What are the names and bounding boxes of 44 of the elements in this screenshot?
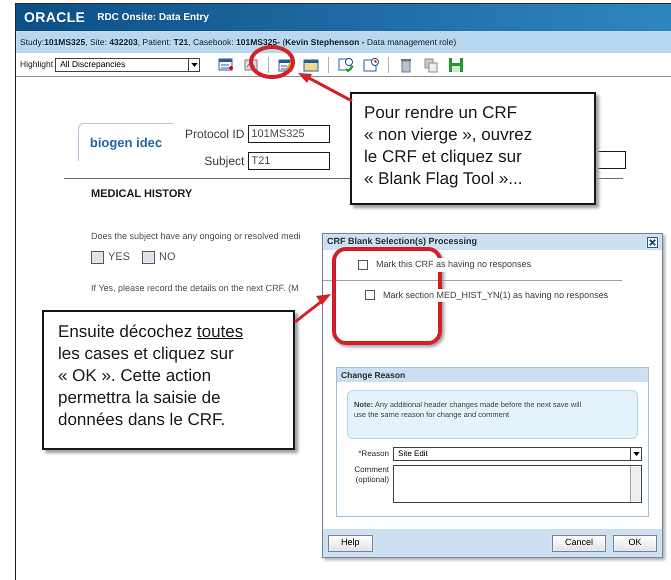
save-icon[interactable] [448,56,464,72]
checkbox[interactable] [365,290,375,300]
form-clock-icon[interactable] [363,56,380,72]
checkbox[interactable] [91,250,104,264]
info-bar-text: Study:101MS325, Site: 432203, Patient: T21, Casebook: 101MS325- (Kevin Stephenson - Data management role) [20,36,456,48]
field-label: Protocol ID [185,126,244,143]
form-check-icon[interactable] [338,56,354,72]
copy-icon[interactable] [423,56,440,72]
option-label: YES [108,250,130,265]
comment-field[interactable] [393,465,642,503]
checkbox[interactable] [142,250,156,264]
option-label: NO [159,250,176,265]
arrow [294,293,332,323]
sponsor-logo: biogen idec [90,134,162,152]
highlight-label: Highlight [20,58,54,71]
checkbox-label: Mark section MED_HIST_YN(1) as having no responses [383,288,608,302]
oracle-logo: ORACLE [24,8,86,27]
reason-dropdown[interactable]: Site Edit [393,447,642,461]
callout-text: Pour rendre un CRF « non vierge », ouvrez le CRF et cliquez sur « Blank Flag Tool »... [364,102,532,190]
form-icon[interactable] [303,56,320,72]
input-field[interactable]: 101MS325 [248,125,330,143]
field-label: *Reason [357,448,389,460]
callout-text: Ensuite décochez toutes les cases et cliquez sur « OK ». Cette action permettra la saisie de données dans le CRF. [58,321,244,431]
panel-title: Change Reason [341,368,406,382]
field-label: Subject [204,153,244,170]
highlight-dropdown[interactable]: All Discrepancies [55,58,200,72]
checkbox-label: Mark this CRF as having no responses [376,258,532,272]
close-icon[interactable] [647,236,658,248]
input-field[interactable]: T21 [248,152,330,170]
field-label: Comment (optional) [353,465,389,485]
section-title: MEDICAL HISTORY [91,187,192,202]
instruction-text: If Yes, please record the details on the next CRF. (M [91,282,299,295]
arrow [297,72,353,102]
caret-icon [632,452,640,456]
cancel-button[interactable]: Cancel [552,534,606,552]
question-text: Does the subject have any ongoing or resolved medi [91,230,301,243]
checkbox[interactable] [358,260,368,270]
help-button[interactable]: Help [328,534,373,552]
ok-button[interactable]: OK [613,534,657,552]
caret-icon [190,62,198,66]
input-field[interactable] [598,151,626,169]
dialog-title: CRF Blank Selection(s) Processing [327,235,478,248]
window-title: RDC Onsite: Data Entry [97,11,209,25]
table-add-icon[interactable] [218,56,234,72]
